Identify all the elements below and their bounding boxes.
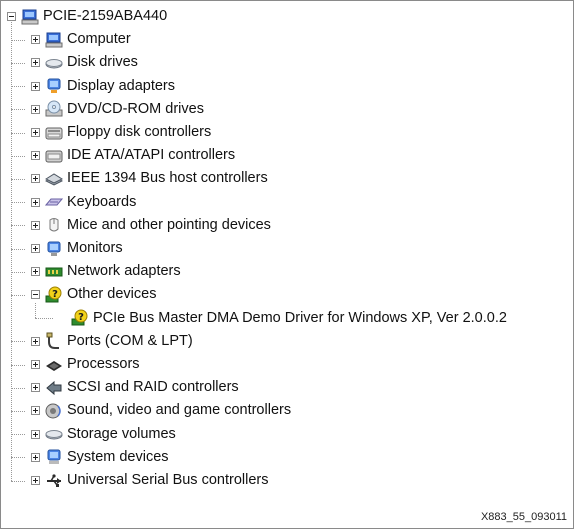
unknown-device-icon: ? [45, 286, 63, 304]
expand-toggle-icon[interactable] [31, 406, 40, 416]
tree-item-label: Storage volumes [67, 425, 176, 442]
ieee1394-icon [44, 170, 64, 188]
expand-toggle-icon[interactable] [31, 220, 40, 230]
tree-item-label: Network adapters [67, 263, 181, 280]
tree-item-keyboards[interactable]: Keyboards [1, 191, 573, 214]
display-adapter-icon [45, 77, 63, 95]
collapse-toggle-icon[interactable] [7, 12, 16, 22]
tree-child-pcie-bus-master-dma-demo-driver-for-windows-xp-ver-2-0-0-2[interactable]: ? PCIe Bus Master DMA Demo Driver for Win… [1, 307, 573, 330]
keyboard-icon [44, 193, 64, 211]
tree-item-universal-serial-bus-controllers[interactable]: Universal Serial Bus controllers [1, 469, 573, 492]
tree-item-label: Processors [67, 356, 140, 372]
tree-item-monitors[interactable]: Monitors [1, 237, 573, 260]
tree-item-disk-drives[interactable]: Disk drives [1, 51, 573, 74]
tree-item-dvd-cd-rom-drives[interactable]: DVD/CD-ROM drives [1, 98, 573, 121]
expand-toggle-icon[interactable] [31, 128, 40, 138]
ide-controller-icon [45, 147, 63, 165]
expand-toggle-icon[interactable] [31, 35, 40, 45]
tree-item-sound-video-and-game-controllers[interactable]: Sound, video and game controllers [1, 399, 573, 422]
mouse-icon [45, 216, 63, 234]
scsi-icon [45, 379, 63, 397]
device-manager-panel: PCIE-2159ABA440 Computer Disk drives Displa… [0, 0, 574, 529]
expand-toggle-icon[interactable] [31, 151, 40, 161]
expand-toggle-icon[interactable] [31, 476, 40, 486]
expand-toggle-icon[interactable] [31, 452, 40, 462]
port-icon [45, 332, 63, 350]
tree-item-computer[interactable]: Computer [1, 28, 573, 51]
tree-item-other-devices[interactable]: ? Other devices [1, 283, 573, 306]
system-device-icon [45, 448, 63, 466]
device-tree: PCIE-2159ABA440 Computer Disk drives Displa… [1, 1, 573, 501]
tree-item-label: Ports (COM & LPT) [67, 332, 193, 349]
expand-toggle-icon[interactable] [31, 58, 40, 68]
expand-toggle-icon[interactable] [31, 197, 40, 207]
tree-item-ports-com-lpt[interactable]: Ports (COM & LPT) [1, 330, 573, 353]
tree-item-label: Computer [67, 31, 131, 48]
tree-item-label: Mice and other pointing devices [67, 216, 271, 233]
tree-item-mice-and-other-pointing-devices[interactable]: Mice and other pointing devices [1, 214, 573, 237]
tree-item-label: Keyboards [67, 193, 137, 210]
svg-text:?: ? [52, 289, 58, 300]
tree-item-label: IDE ATA/ATAPI controllers [67, 147, 236, 164]
computer-icon [45, 31, 63, 49]
tree-item-system-devices[interactable]: System devices [1, 446, 573, 469]
expand-toggle-icon[interactable] [31, 81, 40, 91]
collapse-toggle-icon[interactable] [31, 290, 40, 300]
tree-root-row[interactable]: PCIE-2159ABA440 [1, 5, 573, 28]
tree-item-ide-ata-atapi-controllers[interactable]: IDE ATA/ATAPI controllers [1, 144, 573, 167]
tree-item-label: SCSI and RAID controllers [67, 379, 239, 396]
tree-item-network-adapters[interactable]: Network adapters [1, 260, 573, 283]
expand-toggle-icon[interactable] [31, 174, 40, 184]
expand-toggle-icon[interactable] [31, 267, 40, 277]
tree-item-label: Monitors [67, 240, 123, 256]
tree-item-label: Floppy disk controllers [67, 124, 212, 140]
disk-drive-icon [45, 54, 63, 72]
tree-item-label: System devices [67, 448, 169, 465]
monitor-icon [45, 240, 63, 258]
figure-id-footnote: X883_55_093011 [480, 511, 567, 523]
processor-icon [45, 356, 63, 374]
usb-icon [45, 472, 63, 490]
expand-toggle-icon[interactable] [31, 429, 40, 439]
svg-text:?: ? [78, 312, 84, 323]
expand-toggle-icon[interactable] [31, 244, 40, 254]
tree-item-label: IEEE 1394 Bus host controllers [67, 170, 268, 187]
tree-item-label: PCIE-2159ABA440 [43, 8, 168, 24]
storage-volume-icon [45, 425, 63, 443]
tree-item-label: PCIe Bus Master DMA Demo Driver for Wind… [93, 309, 507, 326]
unknown-device-icon: ? [71, 309, 89, 327]
expand-toggle-icon[interactable] [31, 383, 40, 393]
expand-toggle-icon[interactable] [31, 104, 40, 114]
tree-item-label: Disk drives [67, 54, 138, 71]
tree-item-scsi-and-raid-controllers[interactable]: SCSI and RAID controllers [1, 376, 573, 399]
floppy-controller-icon [45, 124, 63, 142]
computer-icon [21, 8, 39, 26]
tree-item-floppy-disk-controllers[interactable]: Floppy disk controllers [1, 121, 573, 144]
tree-item-label: DVD/CD-ROM drives [67, 100, 204, 117]
expand-toggle-icon[interactable] [31, 336, 40, 346]
tree-item-display-adapters[interactable]: Display adapters [1, 75, 573, 98]
tree-item-label: Display adapters [67, 77, 175, 94]
dvd-drive-icon [45, 100, 63, 118]
tree-item-ieee-1394-bus-host-controllers[interactable]: IEEE 1394 Bus host controllers [1, 167, 573, 190]
tree-item-label: Universal Serial Bus controllers [67, 472, 269, 488]
tree-item-label: Other devices [67, 286, 157, 303]
sound-icon [45, 402, 63, 420]
tree-item-label: Sound, video and game controllers [67, 402, 292, 419]
tree-item-storage-volumes[interactable]: Storage volumes [1, 423, 573, 446]
expand-toggle-icon[interactable] [31, 360, 40, 370]
network-adapter-icon [45, 263, 63, 281]
tree-item-processors[interactable]: Processors [1, 353, 573, 376]
